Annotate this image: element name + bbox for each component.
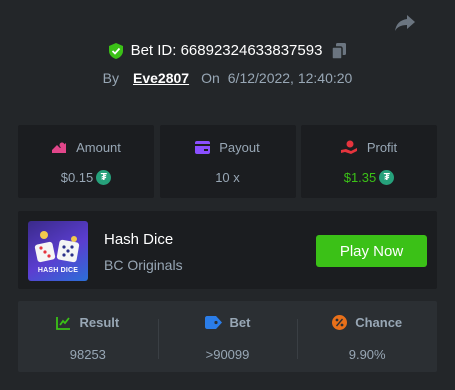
copy-icon[interactable] <box>332 42 347 59</box>
payout-card: Payout 10 x <box>159 125 296 198</box>
game-thumbnail-title: HASH DICE <box>37 267 79 274</box>
share-icon <box>395 15 415 31</box>
play-now-button[interactable]: Play Now <box>316 235 427 267</box>
payout-value: 10 x <box>215 170 240 185</box>
profit-label: Profit <box>366 140 398 155</box>
game-provider: BC Originals <box>104 257 183 273</box>
amount-icon <box>52 142 67 153</box>
bet-tag-icon <box>204 316 222 329</box>
result-card: Result 98253 Bet >90099 Chance 9.90% <box>18 301 437 372</box>
username-link[interactable]: Eve2807 <box>133 70 189 86</box>
profit-card: Profit $1.35 ₮ <box>301 125 437 198</box>
percent-icon <box>332 315 348 330</box>
amount-label: Amount <box>76 140 121 155</box>
shield-check-icon <box>108 42 123 59</box>
result-value: 98253 <box>69 347 106 362</box>
on-label: On <box>201 70 220 86</box>
game-name: Hash Dice <box>104 231 174 248</box>
bet-column: Bet >90099 <box>157 301 298 372</box>
result-column: Result 98253 <box>18 301 158 372</box>
result-label: Result <box>79 315 120 330</box>
bet-stats: Amount $0.15 ₮ Payout 10 x Profit $1.35 … <box>18 125 437 198</box>
game-card: HASH DICE Hash Dice BC Originals Play No… <box>18 211 437 289</box>
share-button[interactable] <box>393 12 417 34</box>
amount-value: $0.15 <box>60 170 94 185</box>
bet-datetime: 6/12/2022, 12:40:20 <box>227 70 353 86</box>
usdt-icon: ₮ <box>379 170 395 185</box>
wallet-icon <box>195 141 211 154</box>
bet-id-row: Bet ID: 66892324633837593 <box>0 42 455 59</box>
chance-value: 9.90% <box>348 347 386 362</box>
usdt-icon: ₮ <box>96 170 112 185</box>
amount-card: Amount $0.15 ₮ <box>18 125 154 198</box>
chance-column: Chance 9.90% <box>297 301 437 372</box>
game-thumbnail[interactable]: HASH DICE <box>28 221 88 281</box>
result-icon <box>56 317 71 330</box>
bet-value: >90099 <box>205 347 250 362</box>
bet-id-value: 66892324633837593 <box>180 42 323 59</box>
profit-value: $1.35 <box>343 170 377 185</box>
bet-id-label: Bet ID: <box>130 42 177 59</box>
bet-meta-row: By Eve2807 On 6/12/2022, 12:40:20 <box>0 70 455 86</box>
by-label: By <box>102 70 120 86</box>
profit-icon <box>340 140 357 154</box>
payout-label: Payout <box>219 140 260 155</box>
chance-label: Chance <box>355 315 403 330</box>
bet-label: Bet <box>229 315 251 330</box>
